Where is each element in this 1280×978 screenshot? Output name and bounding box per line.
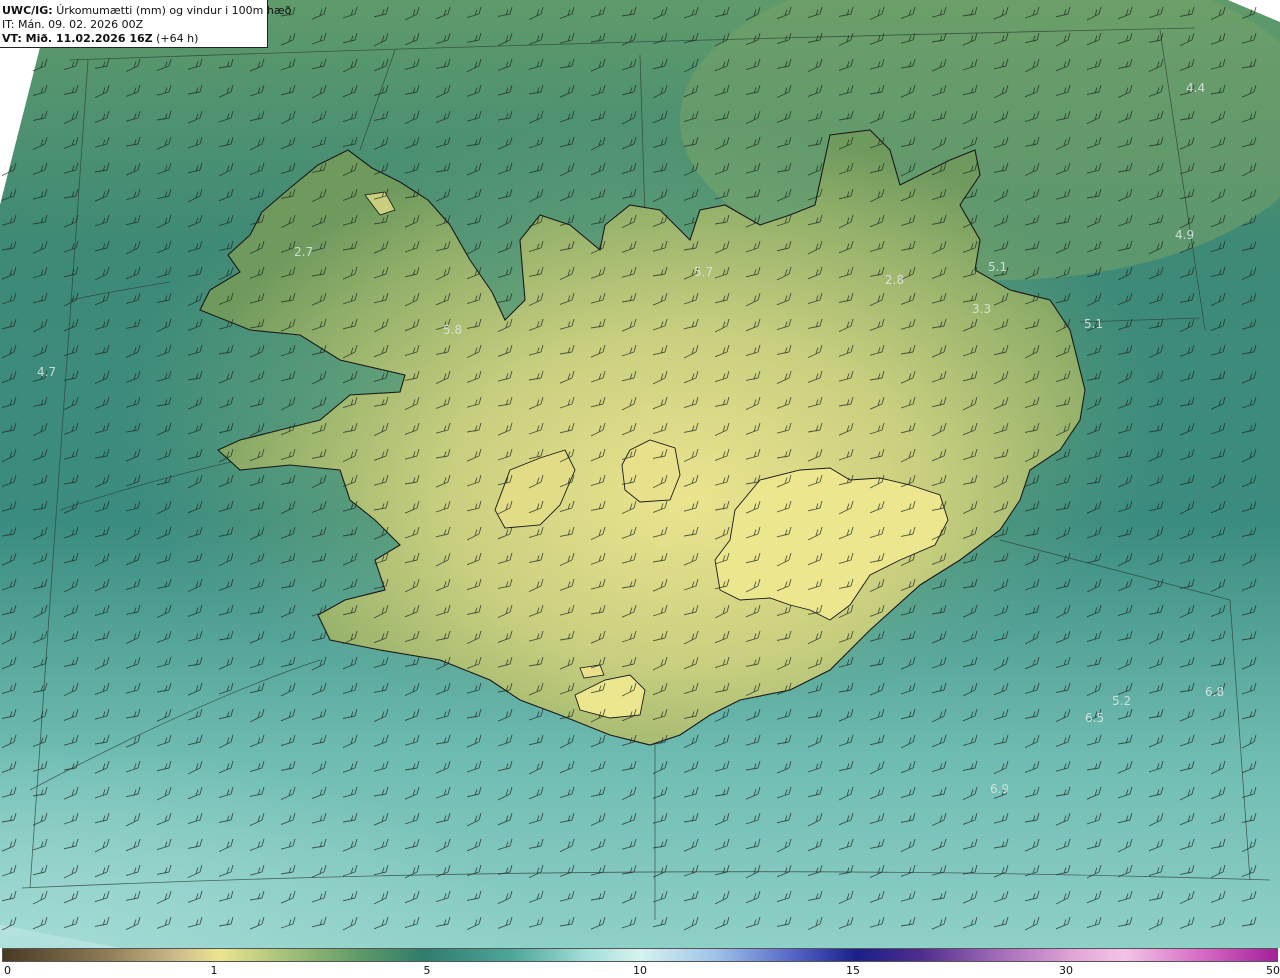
colorbar-tick: 30: [1059, 964, 1073, 977]
map-label: 6.5: [1085, 711, 1104, 725]
colorbar-tick: 50: [1266, 964, 1280, 977]
colorbar-tick: 10: [633, 964, 647, 977]
map-label: 5.8: [443, 323, 462, 337]
colorbar-tick: 0: [4, 964, 11, 977]
map-label: 6.8: [1205, 685, 1224, 699]
colorbar-tick: 1: [210, 964, 218, 977]
map-label: 5.2: [1112, 694, 1131, 708]
hofsjokull: [621, 439, 681, 503]
map-label: 3.3: [972, 302, 991, 316]
colorbar-tick: 15: [846, 964, 860, 977]
valid-time: VT: Mið. 11.02.2026 16Z: [2, 32, 153, 45]
map-label: 4.7: [37, 365, 56, 379]
map-label: 4.9: [1175, 228, 1194, 242]
map-canvas: 4.4 4.9 5.1 5.1 2.8 3.3 5.7 5.8 2.7 4.7 …: [0, 0, 1280, 948]
lead-time: (+64 h): [156, 32, 199, 45]
product-title: Úrkomumætti (mm) og vindur i 100m hæð: [56, 4, 292, 17]
map-label: 4.4: [1186, 81, 1205, 95]
precipitation-colorbar: 0 1 5 10 15 30 50: [0, 948, 1280, 978]
init-time: IT: Mán. 09. 02. 2026 00Z: [2, 18, 144, 31]
map-label: 6.9: [990, 782, 1009, 796]
colorbar-tick: 5: [423, 964, 431, 977]
product-code: UWC/IG:: [2, 4, 53, 17]
map-label: 5.1: [1084, 317, 1103, 331]
weather-map: 4.4 4.9 5.1 5.1 2.8 3.3 5.7 5.8 2.7 4.7 …: [0, 0, 1280, 948]
map-label: 5.1: [988, 260, 1007, 274]
colorbar-strip: [2, 948, 1278, 962]
map-info-box: UWC/IG: Úrkomumætti (mm) og vindur i 100…: [0, 0, 291, 48]
map-label: 2.8: [885, 273, 904, 287]
map-label: 5.7: [694, 265, 713, 279]
map-label: 2.7: [294, 245, 313, 259]
